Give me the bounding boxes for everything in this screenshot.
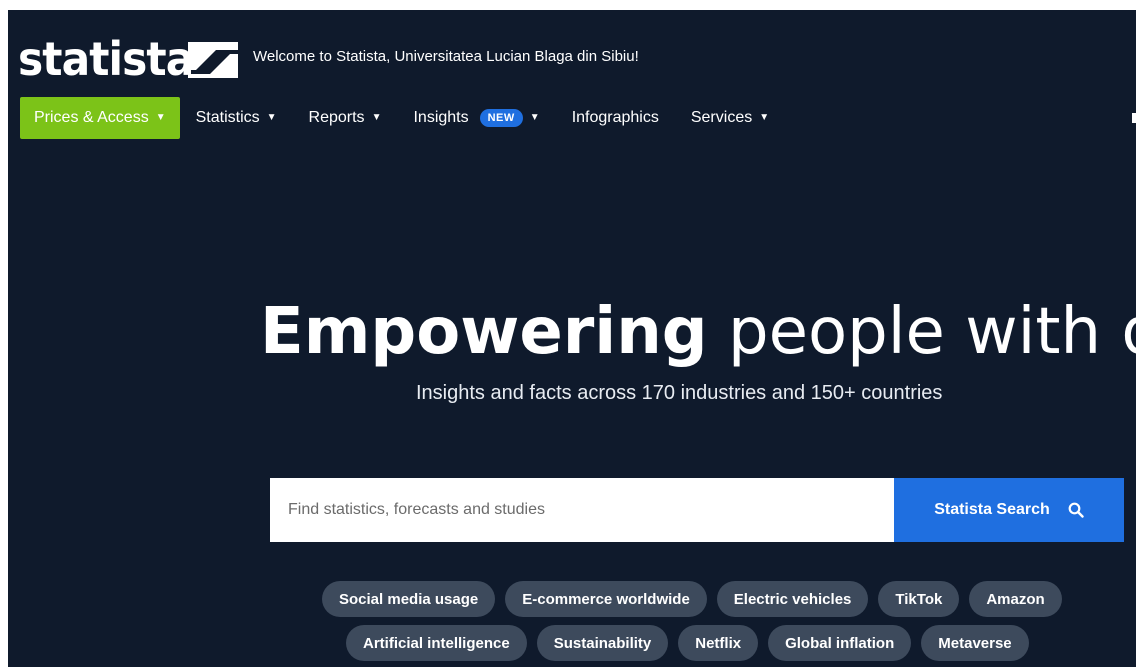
hero-title-light: people with data: [727, 295, 1136, 369]
caret-down-icon: ▼: [371, 112, 382, 123]
search-icon: [1068, 502, 1084, 518]
new-badge: NEW: [479, 109, 523, 127]
chip-ecommerce-worldwide[interactable]: E-commerce worldwide: [505, 581, 707, 617]
statista-logo[interactable]: statista: [18, 32, 238, 86]
chip-artificial-intelligence[interactable]: Artificial intelligence: [346, 625, 527, 661]
nav-label: Services: [690, 109, 753, 126]
nav-infographics[interactable]: Infographics: [556, 97, 675, 139]
nav-label: Infographics: [571, 109, 659, 126]
nav-prices-access[interactable]: Prices & Access ▼: [20, 97, 180, 139]
chip-amazon[interactable]: Amazon: [969, 581, 1062, 617]
chips-row-1: Social media usage E-commerce worldwide …: [322, 581, 1062, 617]
chips-row-2: Artificial intelligence Sustainability N…: [346, 625, 1029, 661]
caret-down-icon: ▼: [529, 112, 540, 123]
nav-edge-marker: [1132, 113, 1136, 123]
logo-mark-icon: [188, 42, 238, 78]
search-button-label: Statista Search: [934, 501, 1050, 518]
nav-services[interactable]: Services ▼: [675, 97, 785, 139]
chip-social-media-usage[interactable]: Social media usage: [322, 581, 496, 617]
caret-down-icon: ▼: [759, 112, 770, 123]
chip-global-inflation[interactable]: Global inflation: [768, 625, 912, 661]
hero-subtitle: Insights and facts across 170 industries…: [416, 382, 943, 404]
caret-down-icon: ▼: [266, 112, 277, 123]
main-nav: Prices & Access ▼ Statistics ▼ Reports ▼…: [20, 97, 785, 139]
welcome-message: Welcome to Statista, Universitatea Lucia…: [253, 48, 639, 65]
nav-label: Insights: [413, 109, 469, 126]
chip-metaverse[interactable]: Metaverse: [921, 625, 1029, 661]
chip-sustainability[interactable]: Sustainability: [536, 625, 669, 661]
nav-reports[interactable]: Reports ▼: [293, 97, 398, 139]
nav-label: Statistics: [195, 109, 260, 126]
nav-label: Reports: [308, 109, 365, 126]
search-button[interactable]: Statista Search: [894, 478, 1124, 542]
chip-tiktok[interactable]: TikTok: [878, 581, 960, 617]
logo-text: statista: [18, 32, 194, 86]
search-input[interactable]: [270, 478, 894, 542]
page-frame: statista Welcome to Statista, Universita…: [8, 10, 1136, 667]
search-bar: Statista Search: [270, 478, 1124, 542]
nav-statistics[interactable]: Statistics ▼: [180, 97, 293, 139]
chip-netflix[interactable]: Netflix: [678, 625, 759, 661]
nav-label: Prices & Access: [34, 109, 149, 126]
hero-title: Empowering people with data: [260, 292, 1136, 372]
chip-electric-vehicles[interactable]: Electric vehicles: [716, 581, 869, 617]
hero-title-bold: Empowering: [260, 295, 708, 369]
nav-insights[interactable]: Insights NEW ▼: [397, 97, 555, 139]
caret-down-icon: ▼: [155, 112, 166, 123]
